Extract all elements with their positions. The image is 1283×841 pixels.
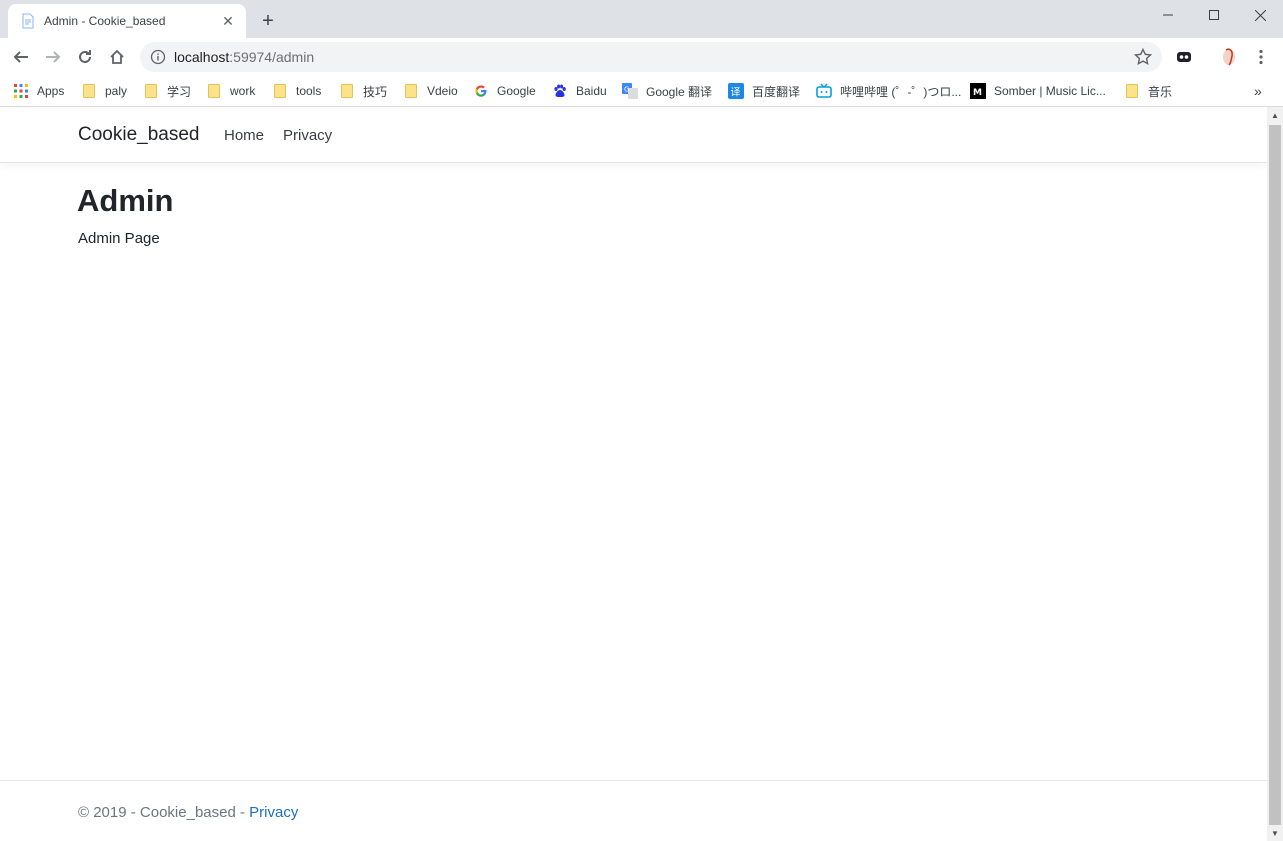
folder-icon [339,83,355,99]
bookmark-baidu[interactable]: Baidu [552,80,607,102]
bookmark-google[interactable]: Google [473,80,536,102]
svg-text:译: 译 [731,87,741,99]
bookmark-label: work [230,84,256,98]
url-host: localhost [174,49,230,65]
reload-icon[interactable] [71,43,99,71]
folder-icon [81,83,97,99]
site-info-icon[interactable] [150,49,166,65]
forward-icon[interactable] [39,43,67,71]
bilibili-tv-icon [816,83,832,99]
bookmark-yinyue[interactable]: 音乐 [1124,80,1172,102]
page-body-text: Admin Page [78,230,160,247]
new-tab-icon[interactable]: + [256,9,280,33]
bookmark-label: Google 翻译 [646,84,713,99]
folder-icon [403,83,419,99]
footer-privacy-link[interactable]: Privacy [249,804,298,821]
browser-tab[interactable]: Admin - Cookie_based ✕ [8,4,246,38]
bookmark-label: Apps [37,84,65,98]
bookmark-star-icon[interactable] [1133,47,1153,66]
tab-title: Admin - Cookie_based [44,14,166,28]
extension-icon[interactable] [1170,43,1198,71]
profile-avatar-icon[interactable] [1215,43,1243,71]
back-icon[interactable] [7,43,35,71]
bookmark-label: 技巧 [363,84,388,99]
url-text: localhost:59974/admin [174,49,314,65]
close-tab-icon[interactable]: ✕ [220,13,236,29]
bookmark-bilibili[interactable]: 哔哩哔哩 (゜-゜)つロ... [816,80,961,102]
bookmark-work[interactable]: work [206,80,255,102]
maximize-icon[interactable] [1191,0,1237,30]
minimize-icon[interactable] [1145,0,1191,30]
bookmark-somber[interactable]: M Somber | Music Lic... [970,80,1106,102]
bookmark-apps[interactable]: Apps [13,80,64,102]
svg-text:M: M [973,88,982,98]
bookmark-vdeio[interactable]: Vdeio [403,80,458,102]
folder-icon [272,83,288,99]
bookmark-label: » [1254,83,1262,99]
site-navbar: Cookie_based Home Privacy [0,107,1267,163]
address-bar[interactable]: localhost:59974/admin [140,42,1162,72]
page-title: Admin [77,183,174,218]
bookmark-label: 学习 [167,84,192,99]
url-path: :59974/admin [229,49,315,65]
nav-home-link[interactable]: Home [224,127,264,144]
google-translate-icon: G [622,83,638,99]
footer-copyright: © 2019 - Cookie_based - [78,804,250,821]
bookmark-label: Somber | Music Lic... [994,84,1106,98]
google-icon [473,83,489,99]
site-brand-link[interactable]: Cookie_based [78,124,199,146]
home-icon[interactable] [103,43,131,71]
bookmark-label: Vdeio [427,84,458,98]
menu-kebab-icon[interactable] [1247,43,1275,71]
bookmark-label: Baidu [576,84,607,98]
baidu-paw-icon [552,83,568,99]
page-viewport: Cookie_based Home Privacy Admin Admin Pa… [0,107,1267,841]
browser-toolbar: localhost:59974/admin [0,38,1283,76]
bookmark-paly[interactable]: paly [81,80,127,102]
bookmark-tools[interactable]: tools [272,80,321,102]
bookmarks-bar: Apps paly 学习 work tools 技巧 Vdeio Google … [0,76,1283,107]
scroll-down-icon[interactable]: ▼ [1267,825,1283,841]
apps-grid-icon [13,83,29,99]
baidu-translate-icon: 译 [728,83,744,99]
footer-text: © 2019 - Cookie_based - Privacy [78,804,298,821]
scroll-up-icon[interactable]: ▲ [1267,107,1283,123]
bookmark-label: 音乐 [1148,84,1173,99]
close-window-icon[interactable] [1237,0,1283,30]
site-footer: © 2019 - Cookie_based - Privacy [0,780,1267,841]
nav-privacy-link[interactable]: Privacy [283,127,332,144]
somber-m-icon: M [970,83,986,99]
tab-strip: Admin - Cookie_based ✕ + [0,0,1283,38]
scrollbar-thumb[interactable] [1269,125,1281,825]
bookmark-jiqiao[interactable]: 技巧 [339,80,387,102]
bookmark-baidu-translate[interactable]: 译 百度翻译 [728,80,800,102]
vertical-scrollbar[interactable]: ▲ ▼ [1267,107,1283,841]
bookmark-label: tools [296,84,322,98]
svg-text:G: G [624,86,629,94]
bookmark-label: 百度翻译 [752,84,801,99]
bookmark-google-translate[interactable]: G Google 翻译 [622,80,712,102]
bookmark-xuexi[interactable]: 学习 [143,80,191,102]
folder-icon [1124,83,1140,99]
bookmark-label: Google [497,84,536,98]
folder-icon [206,83,222,99]
bookmarks-overflow-icon[interactable]: » [1254,80,1262,102]
page-favicon-icon [20,13,36,29]
bookmark-label: 哔哩哔哩 (゜-゜)つロ... [840,84,962,99]
bookmark-label: paly [105,84,128,98]
folder-icon [143,83,159,99]
